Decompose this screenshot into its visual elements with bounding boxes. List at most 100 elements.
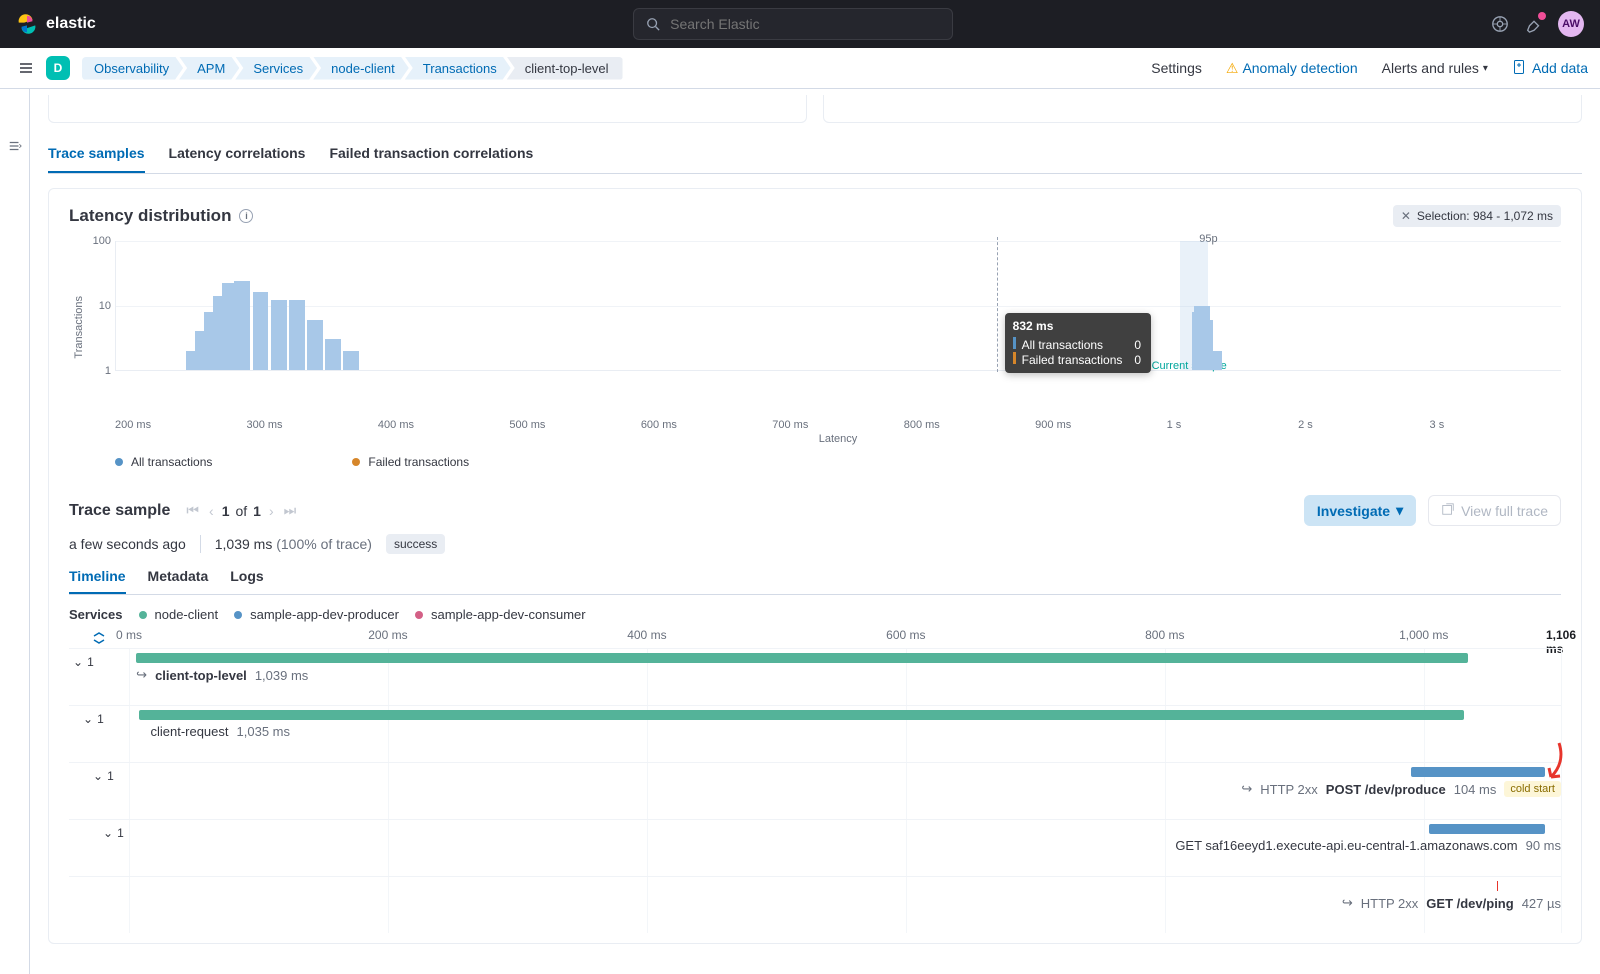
tooltip-row2-val: 0 xyxy=(1134,353,1141,367)
user-avatar[interactable]: AW xyxy=(1558,11,1584,37)
legend-failed-transactions[interactable]: Failed transactions xyxy=(352,455,469,469)
info-icon[interactable]: i xyxy=(239,209,253,223)
chevron-down-icon[interactable]: ⌄ xyxy=(93,769,103,783)
row2-dur: 1,035 ms xyxy=(237,724,290,739)
tab-logs[interactable]: Logs xyxy=(230,568,263,594)
service-node-client[interactable]: node-client xyxy=(139,607,219,622)
breadcrumb-apm[interactable]: APM xyxy=(179,57,239,80)
xtick: 800 ms xyxy=(904,419,1035,431)
breadcrumb-observability[interactable]: Observability xyxy=(82,57,183,80)
page-last-button[interactable]: ⏭ xyxy=(282,502,299,519)
row4-dur: 90 ms xyxy=(1526,838,1561,853)
plus-doc-icon xyxy=(1512,59,1528,78)
chart-bar[interactable] xyxy=(307,320,323,370)
trace-duration-pct: (100% of trace) xyxy=(276,536,372,552)
chart-bar[interactable] xyxy=(1206,351,1222,370)
row2-bar[interactable] xyxy=(139,710,1464,720)
tab-latency-correlations[interactable]: Latency correlations xyxy=(169,145,306,173)
service-producer[interactable]: sample-app-dev-producer xyxy=(234,607,399,622)
row5-name: GET /dev/ping xyxy=(1426,896,1513,911)
close-icon[interactable]: ✕ xyxy=(1401,209,1411,223)
legend-dot-blue xyxy=(115,458,123,466)
row2-count: 1 xyxy=(97,712,104,726)
service-a-label: node-client xyxy=(155,607,219,622)
settings-link[interactable]: Settings xyxy=(1151,60,1202,76)
page-first-button[interactable]: ⏮ xyxy=(184,502,201,519)
topbar-left: elastic xyxy=(16,13,96,35)
chevron-down-icon[interactable]: ⌄ xyxy=(103,826,113,840)
yaxis-label: Transactions xyxy=(69,296,85,359)
service-b-label: sample-app-dev-producer xyxy=(250,607,399,622)
row3-name: POST /dev/produce xyxy=(1326,782,1446,797)
side-collapse-toggle[interactable] xyxy=(0,89,30,974)
alerts-label: Alerts and rules xyxy=(1382,60,1479,76)
trace-inner-tabs: Timeline Metadata Logs xyxy=(69,568,1561,595)
breadcrumb-node-client[interactable]: node-client xyxy=(313,57,409,80)
hover-line xyxy=(997,237,998,372)
waterfall-tick: 400 ms xyxy=(627,628,666,642)
row4-bar[interactable] xyxy=(1429,824,1545,834)
chart-plot[interactable]: 95p Current sample 832 ms All transactio… xyxy=(115,241,1561,371)
waterfall-row-1[interactable]: ⌄1 ↪ client-top-level 1,039 ms xyxy=(69,648,1561,705)
xtick: 600 ms xyxy=(641,419,772,431)
chart-bar[interactable] xyxy=(234,281,250,370)
row1-bar[interactable] xyxy=(136,653,1468,663)
elastic-logo-icon xyxy=(16,13,38,35)
chevron-down-icon[interactable]: ⌄ xyxy=(83,712,93,726)
waterfall-tick: 1,000 ms xyxy=(1399,628,1448,642)
selection-badge[interactable]: ✕ Selection: 984 - 1,072 ms xyxy=(1393,205,1561,227)
trace-status-badge: success xyxy=(386,534,445,554)
waterfall-row-5[interactable]: ↪ HTTP 2xx GET /dev/ping 427 µs xyxy=(69,876,1561,933)
waterfall-row-3[interactable]: ⌄1 ↪ HTTP 2xx POST /dev/produce 104 ms c… xyxy=(69,762,1561,819)
space-selector[interactable]: D xyxy=(46,56,70,80)
view-full-trace-button[interactable]: View full trace xyxy=(1428,495,1561,526)
nav-toggle-icon[interactable] xyxy=(12,54,40,82)
alerts-rules-menu[interactable]: Alerts and rules ▾ xyxy=(1382,60,1488,76)
breadcrumbs: Observability APM Services node-client T… xyxy=(82,57,619,80)
page-prev-button[interactable]: ‹ xyxy=(207,503,216,519)
tab-timeline[interactable]: Timeline xyxy=(69,568,126,594)
chart-bar[interactable] xyxy=(325,339,341,370)
chart-bar[interactable] xyxy=(271,300,287,370)
waterfall-row-4[interactable]: ⌄1 GET saf16eeyd1.execute-api.eu-central… xyxy=(69,819,1561,876)
service-consumer[interactable]: sample-app-dev-consumer xyxy=(415,607,586,622)
legend-dot-orange xyxy=(352,458,360,466)
anomaly-detection-link[interactable]: ⚠ Anomaly detection xyxy=(1226,60,1358,77)
investigate-button[interactable]: Investigate ▾ xyxy=(1304,495,1416,526)
breadcrumb-services[interactable]: Services xyxy=(235,57,317,80)
search-input[interactable] xyxy=(670,16,942,32)
help-icon[interactable] xyxy=(1490,14,1510,34)
row3-count: 1 xyxy=(107,769,114,783)
add-data-link[interactable]: Add data xyxy=(1512,59,1588,78)
breadcrumb-current: client-top-level xyxy=(507,57,623,80)
row3-bar[interactable] xyxy=(1411,767,1546,777)
row5-tick[interactable] xyxy=(1497,881,1498,891)
subheader-right: Settings ⚠ Anomaly detection Alerts and … xyxy=(1151,59,1588,78)
tooltip-title: 832 ms xyxy=(1013,319,1141,333)
brand-logo[interactable]: elastic xyxy=(16,13,96,35)
chart-bar[interactable] xyxy=(289,300,305,370)
trace-age: a few seconds ago xyxy=(69,536,186,552)
tooltip-row1-val: 0 xyxy=(1134,338,1141,352)
waterfall-row-2[interactable]: ⌄1 client-request 1,035 ms xyxy=(69,705,1561,762)
trace-sample-title: Trace sample xyxy=(69,502,170,520)
page-next-button[interactable]: › xyxy=(267,503,276,519)
service-c-label: sample-app-dev-consumer xyxy=(431,607,586,622)
chart-bar[interactable] xyxy=(253,292,269,370)
legend-all-transactions[interactable]: All transactions xyxy=(115,455,212,469)
tab-failed-correlations[interactable]: Failed transaction correlations xyxy=(329,145,533,173)
global-search[interactable] xyxy=(633,8,953,40)
tab-trace-samples[interactable]: Trace samples xyxy=(48,145,145,173)
xtick: 3 s xyxy=(1430,419,1561,431)
ytick-10: 10 xyxy=(99,300,111,312)
newsfeed-icon[interactable] xyxy=(1524,14,1544,34)
xtick: 2 s xyxy=(1298,419,1429,431)
legend-failed-label: Failed transactions xyxy=(368,455,469,469)
card-stub-left xyxy=(48,95,807,123)
latency-chart[interactable]: Transactions 100 10 1 95p Current sample… xyxy=(69,237,1561,417)
chevron-down-icon[interactable]: ⌄ xyxy=(73,655,83,669)
breadcrumb-transactions[interactable]: Transactions xyxy=(405,57,511,80)
tab-metadata[interactable]: Metadata xyxy=(148,568,209,594)
span-icon: ↪ xyxy=(136,667,147,683)
chart-bar[interactable] xyxy=(343,351,359,370)
